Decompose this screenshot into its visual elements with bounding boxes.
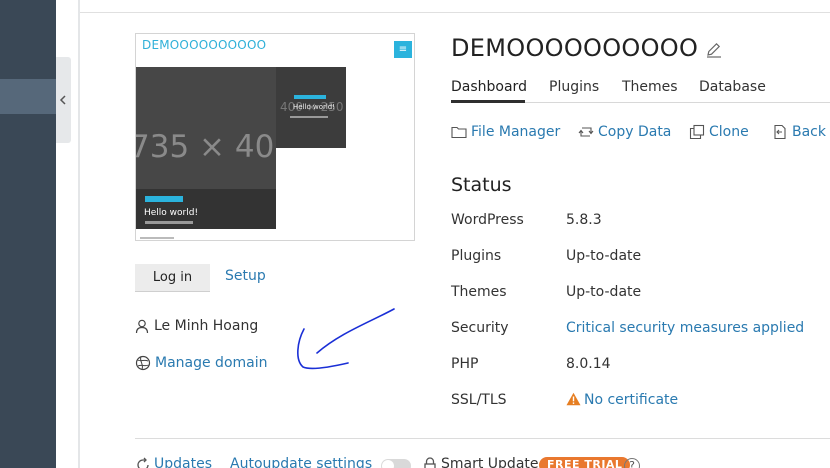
sidebar-collapse-button[interactable]	[56, 57, 71, 143]
site-title: DEMOOOOOOOOOO	[451, 34, 699, 62]
free-trial-badge: FREE TRIAL	[539, 457, 631, 468]
bottom-divider	[135, 438, 830, 439]
manage-domain-label: Manage domain	[155, 355, 268, 371]
active-tab-indicator	[451, 100, 525, 103]
status-key: PHP	[451, 356, 479, 372]
owner-name: Le Minh Hoang	[154, 318, 259, 334]
preview-menu-icon: ≡	[394, 41, 412, 58]
autoupdate-settings-link[interactable]: Autoupdate settings	[230, 456, 372, 468]
status-key: WordPress	[451, 212, 524, 228]
status-value: Up-to-date	[566, 284, 642, 300]
folder-icon	[451, 126, 467, 139]
file-manager-label: File Manager	[471, 124, 561, 140]
status-key: Themes	[451, 284, 507, 300]
site-owner: Le Minh Hoang	[135, 318, 258, 334]
tab-database[interactable]: Database	[699, 79, 766, 95]
preview-image-placeholder: 735 × 400	[136, 129, 276, 165]
updates-bar: Updates Autoupdate settings Smart Update…	[135, 456, 830, 468]
copy-data-label: Copy Data	[598, 124, 672, 140]
status-value: Up-to-date	[566, 248, 642, 264]
ssl-status-link[interactable]: No certificate	[566, 392, 678, 408]
status-value: 5.8.3	[566, 212, 602, 228]
ssl-status-label: No certificate	[584, 392, 679, 408]
annotation-arrow-icon	[297, 308, 395, 370]
status-heading: Status	[451, 174, 512, 196]
app-sidebar	[0, 0, 56, 468]
clone-label: Clone	[709, 124, 749, 140]
security-status-link[interactable]: Critical security measures applied	[566, 320, 804, 336]
clone-icon	[689, 124, 705, 140]
tab-plugins[interactable]: Plugins	[549, 79, 599, 95]
copy-data-button[interactable]: Copy Data	[578, 124, 671, 140]
setup-link[interactable]: Setup	[225, 268, 266, 284]
login-button[interactable]: Log in	[135, 264, 210, 292]
status-key: Plugins	[451, 248, 502, 264]
preview-secondary-image: 400 × 250 Hello world!	[276, 67, 346, 148]
preview-footer-line	[140, 237, 174, 239]
status-key: Security	[451, 320, 509, 336]
file-manager-button[interactable]: File Manager	[451, 124, 560, 140]
tab-themes[interactable]: Themes	[622, 79, 678, 95]
help-icon[interactable]: ?	[624, 458, 640, 468]
edit-pencil-icon[interactable]	[705, 41, 723, 59]
preview-featured-image: 735 × 400 Hello world!	[136, 67, 276, 229]
site-preview[interactable]: DEMOOOOOOOOOO ≡ 735 × 400 Hello world! 4…	[135, 33, 415, 241]
user-icon	[135, 319, 149, 333]
content-divider	[78, 0, 80, 468]
manage-domain-link[interactable]: Manage domain	[135, 355, 268, 371]
status-key: SSL/TLS	[451, 392, 507, 408]
preview-post-meta	[145, 221, 193, 224]
backup-button[interactable]: Back U	[772, 124, 830, 140]
updates-link[interactable]: Updates	[154, 456, 212, 468]
globe-icon	[135, 355, 151, 371]
preview-site-name: DEMOOOOOOOOOO	[142, 38, 267, 52]
preview-category-badge	[145, 196, 183, 202]
preview-secondary-meta	[290, 116, 328, 118]
clone-button[interactable]: Clone	[689, 124, 749, 140]
status-value: 8.0.14	[566, 356, 611, 372]
preview-secondary-title: Hello world!	[293, 103, 336, 111]
preview-secondary-badge	[294, 95, 326, 99]
preview-post-title: Hello world!	[144, 208, 199, 218]
backup-label: Back U	[792, 124, 830, 140]
sidebar-active-item[interactable]	[0, 79, 56, 114]
top-divider	[80, 12, 830, 13]
smart-update-toggle[interactable]	[381, 459, 411, 468]
smart-update-label: Smart Update	[441, 456, 539, 468]
refresh-icon	[137, 457, 149, 468]
chevron-left-icon	[59, 95, 66, 105]
copy-data-icon	[578, 127, 594, 137]
warning-icon	[566, 392, 581, 406]
tab-dashboard[interactable]: Dashboard	[451, 79, 527, 95]
backup-icon	[774, 124, 786, 140]
lock-icon	[424, 457, 436, 468]
